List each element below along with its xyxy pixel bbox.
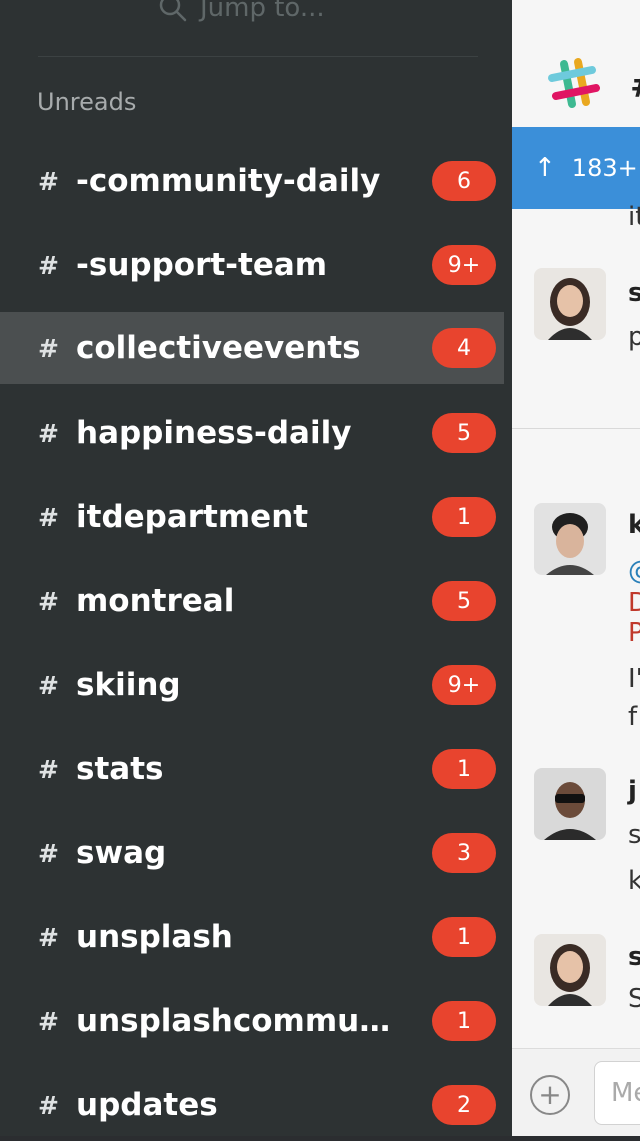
hash-icon: #: [38, 670, 59, 700]
channel-name: swag: [76, 835, 167, 871]
unread-badge: 5: [432, 413, 496, 453]
channel-row[interactable]: # updates 2: [0, 1069, 504, 1141]
unread-badge: 1: [432, 1001, 496, 1041]
channel-name: -community-daily: [76, 163, 381, 199]
channel-row[interactable]: # -support-team 9+: [0, 229, 504, 301]
unread-badge: 1: [432, 749, 496, 789]
hash-icon: #: [38, 754, 59, 784]
channel-row[interactable]: # skiing 9+: [0, 649, 504, 721]
hash-icon: #: [38, 922, 59, 952]
channel-row-selected[interactable]: # collectiveevents 4: [0, 312, 504, 384]
channel-name: itdepartment: [76, 499, 309, 535]
message-fragment: it: [628, 202, 640, 232]
channel-row[interactable]: # itdepartment 1: [0, 481, 504, 553]
channel-name: montreal: [76, 583, 235, 619]
avatar[interactable]: [534, 503, 606, 575]
message-input[interactable]: Me: [594, 1061, 640, 1125]
unread-badge: 9+: [432, 665, 496, 705]
search-divider: [38, 56, 478, 57]
arrow-up-icon: ↑: [534, 153, 556, 183]
avatar[interactable]: [534, 934, 606, 1006]
hash-icon: #: [38, 418, 59, 448]
slack-logo-icon[interactable]: [544, 56, 600, 112]
channel-name: unsplash: [76, 919, 233, 955]
message-fragment: k: [628, 866, 640, 896]
message-author-fragment: s: [628, 278, 640, 308]
new-messages-count: 183+: [571, 154, 638, 182]
hash-icon: #: [38, 166, 59, 196]
message-fragment: p: [628, 322, 640, 352]
hash-icon: #: [38, 1006, 59, 1036]
channel-name: unsplashcommuni…: [76, 1003, 406, 1039]
avatar[interactable]: [534, 268, 606, 340]
channel-name: stats: [76, 751, 164, 787]
message-fragment: s: [628, 820, 640, 850]
message-fragment: @: [628, 556, 640, 586]
message-divider: [512, 428, 640, 429]
hash-icon: #: [38, 502, 59, 532]
channel-name: happiness-daily: [76, 415, 352, 451]
hash-icon: #: [38, 586, 59, 616]
unread-badge: 9+: [432, 245, 496, 285]
unread-badge: 2: [432, 1085, 496, 1125]
unread-badge: 3: [432, 833, 496, 873]
channel-name: skiing: [76, 667, 181, 703]
unreads-section-label: Unreads: [37, 88, 137, 116]
message-fragment: P: [628, 618, 640, 648]
channel-row[interactable]: # unsplash 1: [0, 901, 504, 973]
message-fragment: f: [628, 702, 638, 732]
message-fragment: D: [628, 588, 640, 618]
channel-name: collectiveevents: [76, 330, 361, 366]
message-author-fragment: s: [628, 942, 640, 972]
hash-icon: #: [38, 1090, 59, 1120]
search-placeholder: Jump to...: [200, 0, 325, 23]
message-fragment: S: [628, 984, 640, 1014]
unread-badge: 5: [432, 581, 496, 621]
channel-row[interactable]: # -community-daily 6: [0, 145, 504, 217]
avatar[interactable]: [534, 768, 606, 840]
message-fragment: I': [628, 664, 640, 694]
channel-row[interactable]: # stats 1: [0, 733, 504, 805]
unread-badge: 1: [432, 917, 496, 957]
search-icon: [159, 0, 187, 22]
message-composer: + Me: [512, 1048, 640, 1136]
jump-to-search[interactable]: Jump to...: [158, 0, 325, 28]
unread-badge: 6: [432, 161, 496, 201]
plus-icon: +: [538, 1078, 562, 1111]
add-attachment-button[interactable]: +: [530, 1075, 570, 1115]
channel-sidebar: Jump to... Unreads # -community-daily 6 …: [0, 0, 512, 1136]
message-pane: # ↑ 183+ it s p k @ D P I' f: [512, 0, 640, 1136]
hash-icon: #: [38, 250, 59, 280]
channel-row[interactable]: # montreal 5: [0, 565, 504, 637]
channel-row[interactable]: # happiness-daily 5: [0, 397, 504, 469]
message-input-placeholder: Me: [611, 1078, 640, 1108]
message-author-fragment: k: [628, 510, 640, 540]
channel-name: updates: [76, 1087, 218, 1123]
channel-name: -support-team: [76, 247, 328, 283]
new-messages-banner[interactable]: ↑ 183+: [512, 127, 640, 209]
message-author-fragment: j: [628, 776, 637, 806]
channel-row[interactable]: # swag 3: [0, 817, 504, 889]
hash-icon: #: [38, 838, 59, 868]
unread-badge: 1: [432, 497, 496, 537]
channel-row[interactable]: # unsplashcommuni… 1: [0, 985, 504, 1057]
unread-badge: 4: [432, 328, 496, 368]
hash-icon: #: [38, 333, 59, 363]
channel-header-hash[interactable]: #: [630, 66, 640, 106]
